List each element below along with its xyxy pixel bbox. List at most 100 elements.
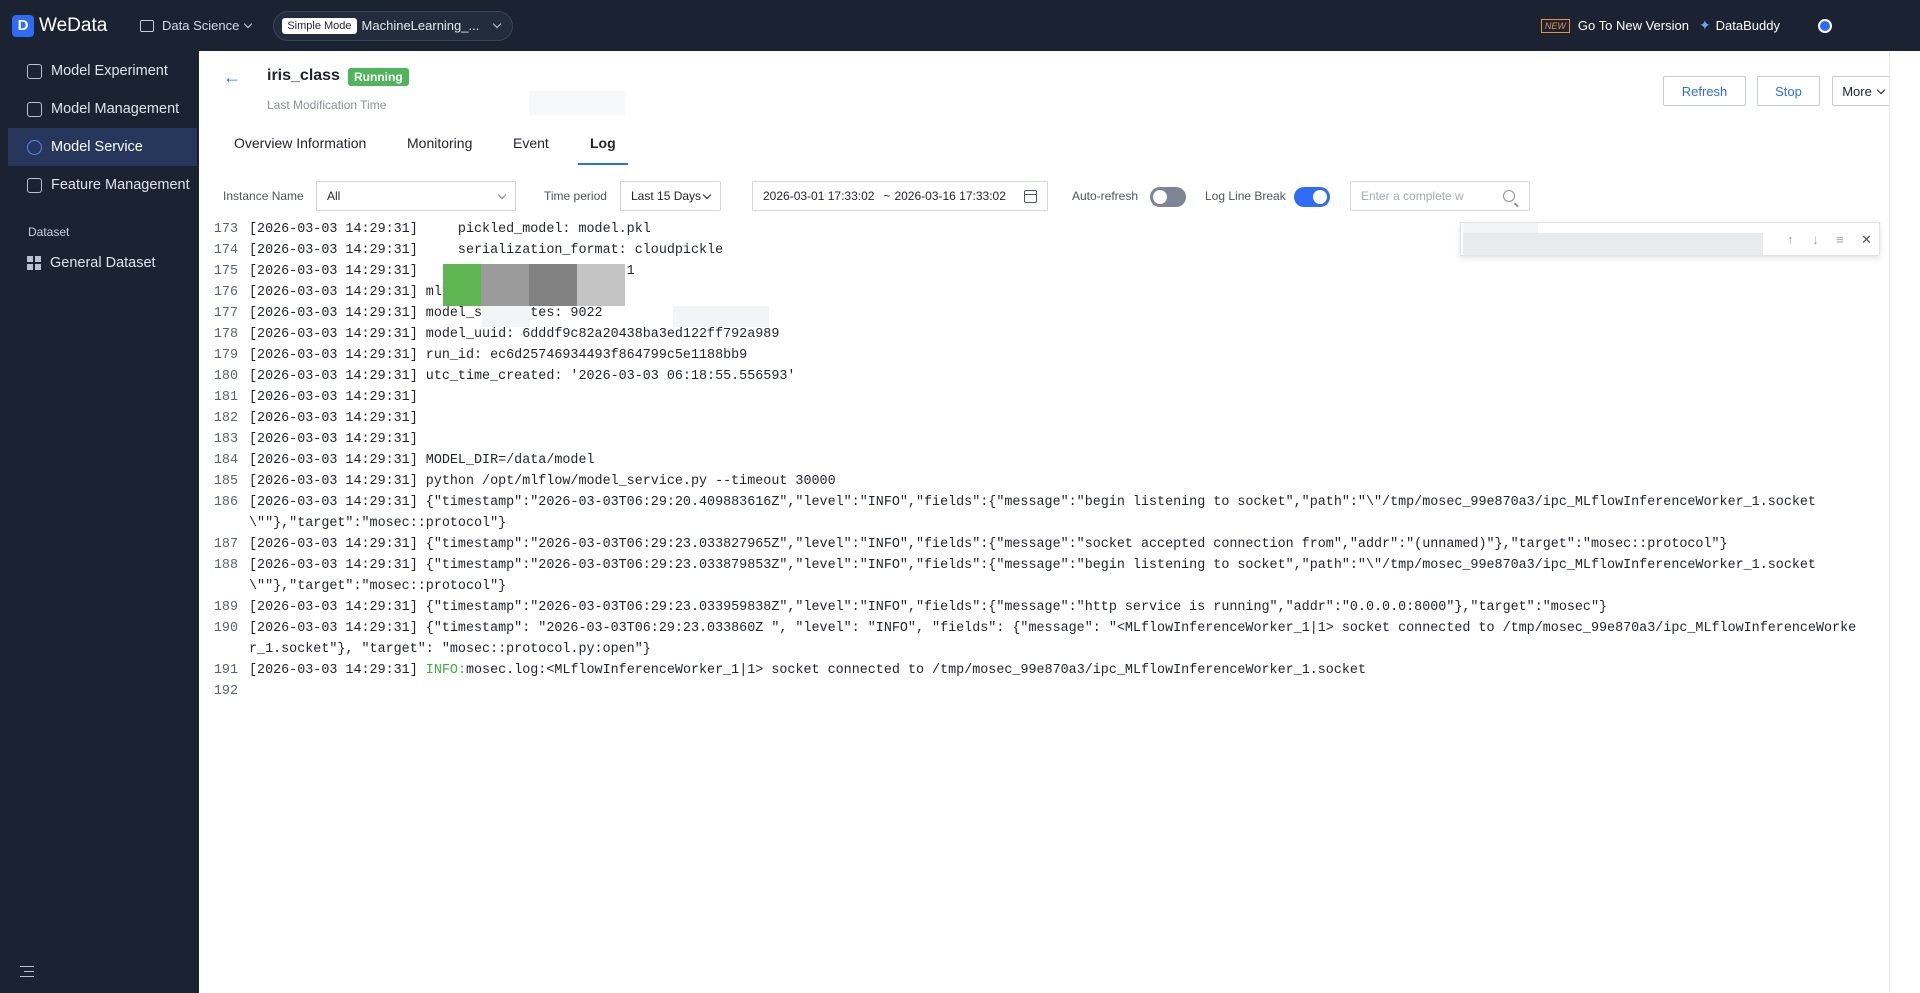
log-prefix: [2026-03-03 14:29:31] (249, 663, 426, 678)
log-text: [2026-03-03 14:29:31] run_id: ec6d257469… (249, 348, 748, 363)
model-icon (27, 101, 42, 117)
logo-text: WeData (39, 14, 108, 36)
log-line: 178 [2026-03-03 14:29:31] model_uuid: 6dd… (199, 324, 1889, 345)
date-range-picker[interactable]: 2026-03-01 17:33:02 ~ 2026-03-16 17:33:0… (752, 181, 1048, 211)
sidebar-item-label: General Dataset (50, 255, 156, 271)
log-line-break-toggle[interactable] (1294, 187, 1330, 207)
log-line: 189 [2026-03-03 14:29:31] {"timestamp":"2… (199, 597, 1889, 618)
status-badge: Running (348, 68, 409, 86)
toggle-knob (1153, 190, 1167, 204)
refresh-button[interactable]: Refresh (1663, 76, 1746, 106)
tab-event[interactable]: Event (513, 135, 549, 165)
back-arrow-icon[interactable]: ← (223, 67, 241, 88)
wedata-logo-icon: D (12, 14, 34, 37)
search-icon[interactable] (1503, 190, 1515, 202)
line-number: 190 (213, 621, 238, 636)
experiment-icon (27, 63, 42, 79)
log-line: 192 (199, 681, 1889, 702)
wrap-lines-icon[interactable]: ≡ (1836, 232, 1844, 247)
log-line: 186 [2026-03-03 14:29:31] {"timestamp":"2… (199, 492, 1889, 534)
search-input[interactable] (1361, 189, 1501, 203)
line-number: 175 (213, 264, 238, 279)
time-period-label: Time period (544, 189, 607, 203)
project-selector[interactable]: Simple Mode MachineLearning_... (273, 10, 514, 41)
sidebar-item-label: Model Service (51, 139, 143, 155)
new-badge: NEW (1540, 18, 1570, 33)
sidebar-item-label: Feature Management (51, 177, 190, 193)
top-bar: D WeData Data Science Simple Mode Machin… (0, 0, 1920, 51)
line-number: 189 (213, 600, 238, 615)
auto-refresh-toggle[interactable] (1150, 187, 1186, 207)
more-button[interactable]: More (1832, 76, 1894, 106)
arrow-up-icon[interactable]: ↑ (1787, 232, 1794, 247)
chevron-down-icon (497, 190, 507, 199)
find-panel: ↑ ↓ ≡ ✕ (1460, 222, 1880, 256)
log-line: 182 [2026-03-03 14:29:31] (199, 408, 1889, 429)
sidebar-section-dataset: Dataset (28, 225, 70, 239)
redacted-value (529, 91, 625, 115)
project-name: MachineLearning_... (361, 18, 480, 33)
line-number: 186 (213, 495, 238, 510)
topbar-right: NEW Go To New Version ✦ DataBuddy (1540, 17, 1832, 34)
log-text: [2026-03-03 14:29:31] (249, 432, 418, 447)
instance-select[interactable]: All (316, 181, 516, 211)
log-text: [2026-03-03 14:29:31] {"timestamp": "202… (249, 621, 1857, 657)
log-text: [2026-03-03 14:29:31] {"timestamp":"2026… (249, 558, 1816, 594)
line-number: 178 (213, 327, 238, 342)
line-number: 174 (213, 243, 238, 258)
log-line: 185 [2026-03-03 14:29:31] python /opt/mlf… (199, 471, 1889, 492)
new-version-link[interactable]: Go To New Version (1578, 18, 1689, 33)
log-text: [2026-03-03 14:29:31] (249, 390, 418, 405)
feature-icon (27, 177, 42, 193)
arrow-down-icon[interactable]: ↓ (1812, 232, 1819, 247)
tab-log[interactable]: Log (578, 135, 628, 165)
line-number: 177 (213, 306, 238, 321)
log-text: [2026-03-03 14:29:31] {"timestamp":"2026… (249, 600, 1608, 615)
date-start: 2026-03-01 17:33:02 (763, 189, 875, 203)
logo[interactable]: D WeData (12, 14, 124, 37)
modification-time-label: Last Modification Time (267, 98, 387, 112)
tab-overview[interactable]: Overview Information (234, 135, 366, 165)
stop-button[interactable]: Stop (1757, 76, 1820, 106)
log-line: 181 [2026-03-03 14:29:31] (199, 387, 1889, 408)
log-line-break-label: Log Line Break (1205, 189, 1286, 203)
instance-value: All (327, 189, 341, 203)
sidebar-item-general-dataset[interactable]: General Dataset (0, 244, 199, 282)
line-number: 179 (213, 348, 238, 363)
workspace-name: Data Science (162, 18, 240, 33)
user-avatar-icon[interactable] (1818, 18, 1832, 33)
chevron-down-icon (1876, 85, 1886, 94)
main-content: ← iris_class Running Last Modification T… (199, 51, 1894, 993)
redacted-text (482, 306, 530, 327)
time-period-value: Last 15 Days (631, 189, 702, 203)
log-text: [2026-03-03 14:29:31] (249, 411, 418, 426)
log-message: mosec.log:<MLflowInferenceWorker_1|1> so… (465, 663, 1366, 678)
log-text: [2026-03-03 14:29:31] MODEL_DIR=/data/mo… (249, 453, 595, 468)
workspace-selector[interactable]: Data Science (140, 18, 253, 33)
log-line: 180 [2026-03-03 14:29:31] utc_time_create… (199, 366, 1889, 387)
time-period-select[interactable]: Last 15 Days (620, 181, 721, 211)
log-level-info: INFO: (425, 663, 466, 678)
collapse-menu-icon[interactable] (20, 966, 34, 977)
sidebar-item-label: Model Management (51, 101, 180, 117)
log-line: 179 [2026-03-03 14:29:31] run_id: ec6d257… (199, 345, 1889, 366)
log-filters: Instance Name All Time period Last 15 Da… (199, 181, 1889, 211)
sidebar-item-label: Model Experiment (51, 63, 168, 79)
line-number: 191 (213, 663, 238, 678)
page-scrollbar[interactable] (1889, 51, 1920, 993)
databuddy-link[interactable]: DataBuddy (1716, 18, 1780, 33)
line-number: 173 (213, 222, 238, 237)
close-icon[interactable]: ✕ (1861, 232, 1872, 248)
sidebar-item-model-service[interactable]: Model Service (8, 128, 197, 166)
sidebar-item-feature-management[interactable]: Feature Management (0, 166, 199, 204)
log-line: 187 [2026-03-03 14:29:31] {"timestamp":"2… (199, 534, 1889, 555)
service-icon (27, 139, 42, 155)
find-input[interactable] (1463, 233, 1763, 255)
tab-monitoring[interactable]: Monitoring (407, 135, 472, 165)
line-number: 188 (213, 558, 238, 573)
auto-refresh-label: Auto-refresh (1072, 189, 1139, 203)
sidebar-item-model-experiment[interactable]: Model Experiment (0, 52, 199, 90)
redacted-image (443, 264, 633, 306)
sidebar-item-model-management[interactable]: Model Management (0, 90, 199, 128)
date-end: 2026-03-16 17:33:02 (894, 189, 1006, 203)
